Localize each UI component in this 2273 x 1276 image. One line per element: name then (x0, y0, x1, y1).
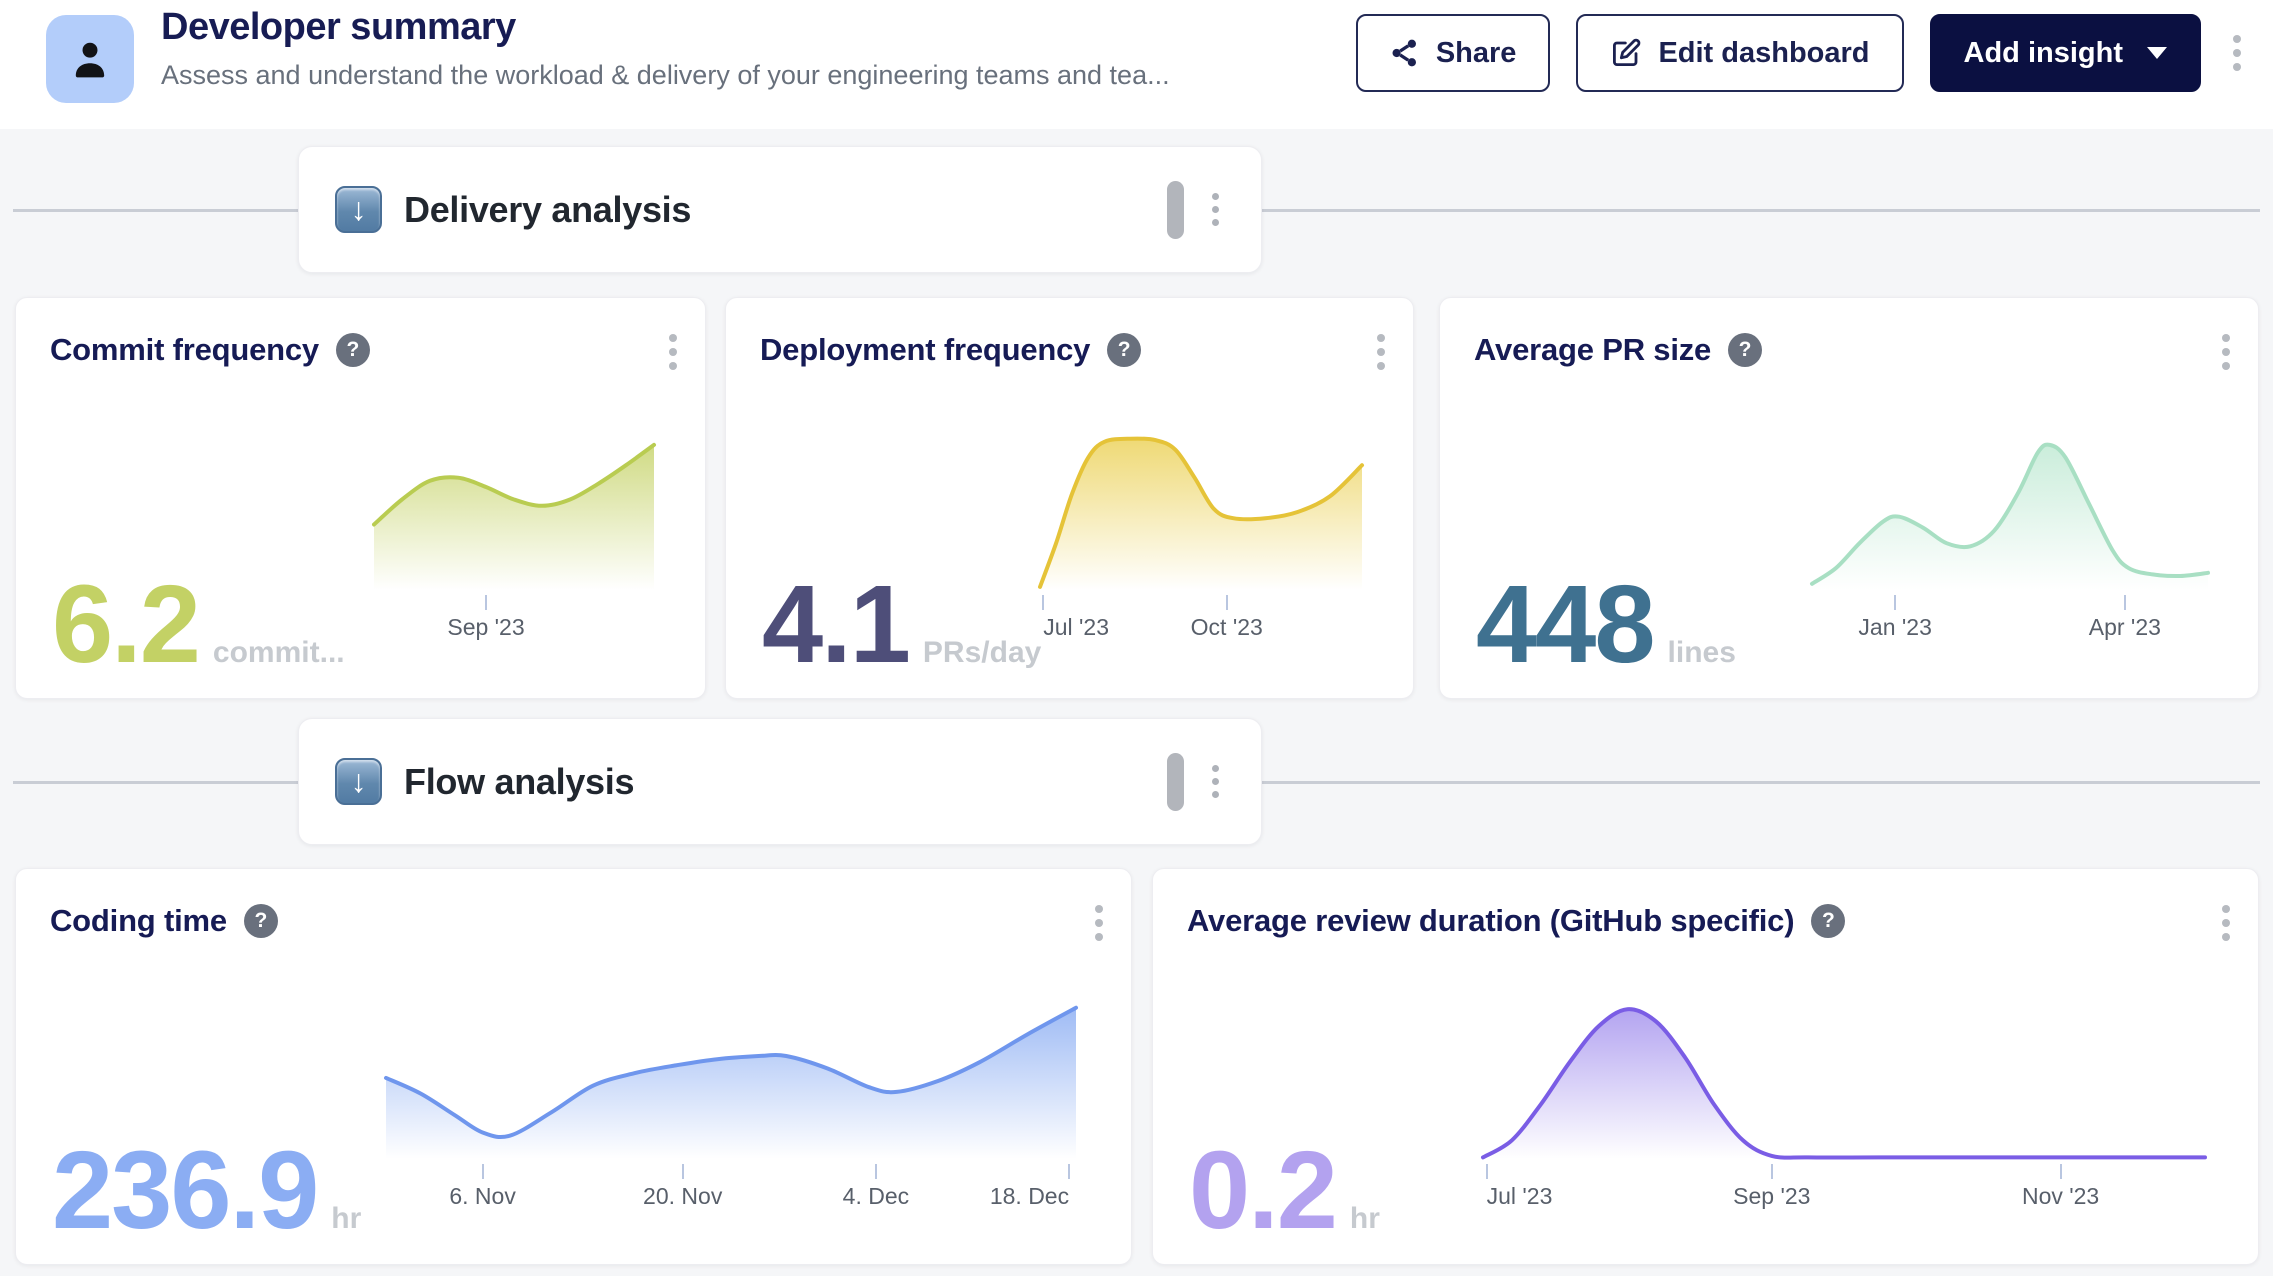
metric-unit: hr (331, 1202, 361, 1236)
axis-label: Apr '23 (2089, 614, 2161, 641)
coding-time-svg (386, 997, 1076, 1159)
card-average-pr-size: Average PR size ? Jan '23 Apr '23 448 lin… (1439, 297, 2259, 699)
metric-value: 448 (1476, 580, 1654, 670)
card-average-review-duration: Average review duration (GitHub specific… (1152, 868, 2259, 1265)
section-menu-icon[interactable] (1206, 187, 1225, 232)
add-insight-button-label: Add insight (1964, 37, 2123, 70)
help-icon[interactable]: ? (244, 904, 278, 938)
share-button-label: Share (1436, 37, 1517, 70)
card-title: Coding time (50, 903, 227, 939)
down-arrow-emoji-icon: ↓ (335, 186, 382, 233)
metric-unit: hr (1350, 1202, 1380, 1236)
share-button[interactable]: Share (1356, 14, 1551, 92)
section-controls (1167, 753, 1225, 811)
edit-dashboard-button-label: Edit dashboard (1658, 37, 1869, 70)
page-subtitle: Assess and understand the workload & del… (161, 60, 1170, 91)
axis-tick (1486, 1164, 1488, 1179)
add-insight-button[interactable]: Add insight (1930, 14, 2201, 92)
axis-label: Jul '23 (1487, 1183, 1553, 1210)
axis-tick (875, 1164, 877, 1179)
axis-label: 6. Nov (449, 1183, 515, 1210)
metric-value: 6.2 (52, 580, 199, 670)
axis-label: Nov '23 (2022, 1183, 2099, 1210)
x-axis: 6. Nov 20. Nov 4. Dec 18. Dec (386, 1159, 1076, 1217)
card-menu-icon[interactable] (663, 328, 683, 376)
help-icon[interactable]: ? (1107, 333, 1141, 367)
help-icon[interactable]: ? (1728, 333, 1762, 367)
axis-label: 4. Dec (843, 1183, 909, 1210)
help-icon[interactable]: ? (1811, 904, 1845, 938)
card-menu-icon[interactable] (1089, 899, 1109, 947)
metric-value: 4.1 (762, 580, 909, 670)
section-header-flow-analysis: ↓ Flow analysis (298, 718, 1262, 845)
commit-frequency-svg (374, 428, 654, 590)
axis-label: Sep '23 (1733, 1183, 1810, 1210)
x-axis: Sep '23 (374, 590, 654, 648)
drag-handle[interactable] (1167, 181, 1184, 239)
sparkline-chart: Sep '23 (374, 428, 654, 648)
axis-label: 20. Nov (643, 1183, 722, 1210)
card-commit-frequency: Commit frequency ? Sep '23 6.2 commit... (15, 297, 706, 699)
page-title: Developer summary (161, 6, 516, 49)
axis-tick (1894, 595, 1896, 610)
axis-tick (2060, 1164, 2062, 1179)
section-title: Flow analysis (404, 761, 634, 803)
x-axis: Jul '23 Sep '23 Nov '23 (1483, 1159, 2205, 1217)
card-title: Commit frequency (50, 332, 319, 368)
axis-tick (1771, 1164, 1773, 1179)
axis-label: Jul '23 (1043, 614, 1109, 641)
section-header-delivery-analysis: ↓ Delivery analysis (298, 146, 1262, 273)
axis-tick (485, 595, 487, 610)
axis-label: Jan '23 (1858, 614, 1931, 641)
card-menu-icon[interactable] (2216, 328, 2236, 376)
drag-handle[interactable] (1167, 753, 1184, 811)
header-actions: Share Edit dashboard Add insight (1356, 13, 2247, 93)
section-title: Delivery analysis (404, 189, 691, 231)
section-controls (1167, 181, 1225, 239)
person-icon (67, 36, 113, 82)
deployment-frequency-svg (1040, 428, 1362, 590)
axis-label: 18. Dec (990, 1183, 1069, 1210)
metric-value: 0.2 (1189, 1146, 1336, 1236)
card-menu-icon[interactable] (1371, 328, 1391, 376)
card-menu-icon[interactable] (2216, 899, 2236, 947)
average-review-duration-svg (1483, 997, 2205, 1159)
sparkline-chart: 6. Nov 20. Nov 4. Dec 18. Dec (386, 997, 1076, 1217)
sparkline-chart: Jul '23 Oct '23 (1040, 428, 1362, 648)
avatar (46, 15, 134, 103)
axis-tick (1226, 595, 1228, 610)
dashboard: { "header": { "title": "Developer summar… (0, 0, 2273, 1276)
axis-tick (2124, 595, 2126, 610)
section-menu-icon[interactable] (1206, 759, 1225, 804)
metric-unit: commit... (213, 636, 345, 670)
card-title: Average PR size (1474, 332, 1711, 368)
chevron-down-icon (2147, 47, 2167, 59)
axis-tick (482, 1164, 484, 1179)
axis-label: Oct '23 (1191, 614, 1263, 641)
x-axis: Jan '23 Apr '23 (1812, 590, 2208, 648)
app-header: Developer summary Assess and understand … (0, 0, 2273, 129)
metric-value: 236.9 (52, 1146, 317, 1236)
metric-unit: PRs/day (923, 636, 1041, 670)
axis-tick (682, 1164, 684, 1179)
share-icon (1390, 38, 1420, 68)
average-pr-size-svg (1812, 428, 2208, 590)
metric-unit: lines (1668, 636, 1736, 670)
edit-dashboard-button[interactable]: Edit dashboard (1576, 14, 1903, 92)
edit-icon (1610, 37, 1642, 69)
axis-tick (1068, 1164, 1070, 1179)
card-coding-time: Coding time ? 6. Nov 20. Nov 4. Dec 18. Dec… (15, 868, 1132, 1265)
header-overflow-menu-icon[interactable] (2227, 29, 2247, 77)
card-deployment-frequency: Deployment frequency ? Jul '23 Oct '23 4.… (725, 297, 1414, 699)
card-title: Deployment frequency (760, 332, 1090, 368)
help-icon[interactable]: ? (336, 333, 370, 367)
sparkline-chart: Jul '23 Sep '23 Nov '23 (1483, 997, 2205, 1217)
down-arrow-emoji-icon: ↓ (335, 758, 382, 805)
x-axis: Jul '23 Oct '23 (1040, 590, 1362, 648)
axis-label: Sep '23 (447, 614, 524, 641)
sparkline-chart: Jan '23 Apr '23 (1812, 428, 2208, 648)
axis-tick (1042, 595, 1044, 610)
card-title: Average review duration (GitHub specific… (1187, 903, 1794, 939)
